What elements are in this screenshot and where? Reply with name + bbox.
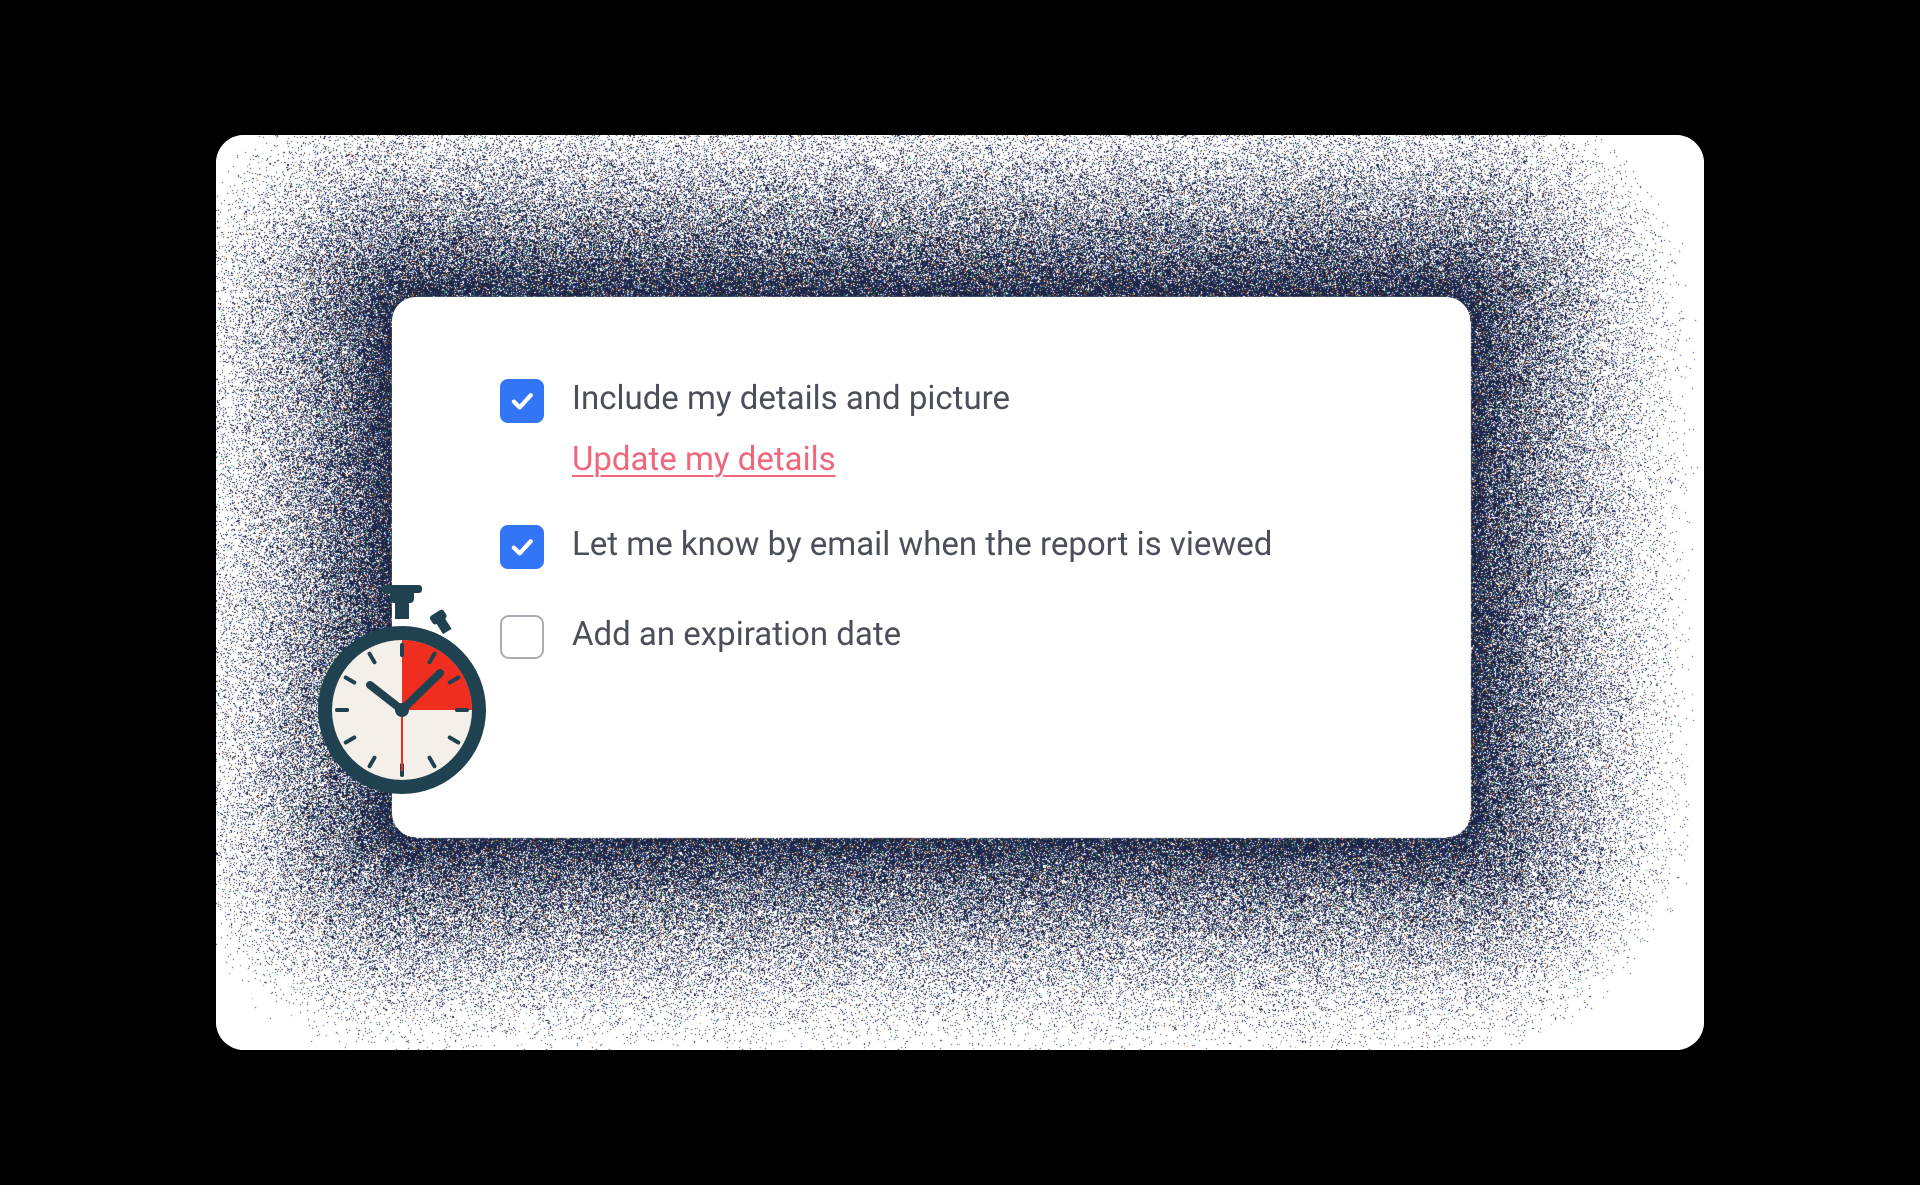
include-details-label-col: Include my details and picture Update my…	[572, 377, 1010, 479]
email-notify-label-col: Let me know by email when the report is …	[572, 523, 1272, 568]
checkbox-expiration[interactable]	[500, 615, 544, 659]
option-email-notify-row: Let me know by email when the report is …	[500, 523, 1370, 569]
email-notify-label: Let me know by email when the report is …	[572, 523, 1272, 568]
checkbox-include-details[interactable]	[500, 379, 544, 423]
check-icon	[508, 533, 536, 561]
update-details-link[interactable]: Update my details	[572, 440, 836, 479]
include-details-label: Include my details and picture	[572, 377, 1010, 422]
illustration-frame: Include my details and picture Update my…	[216, 135, 1704, 1050]
check-icon	[508, 387, 536, 415]
expiration-label: Add an expiration date	[572, 613, 901, 658]
options-card: Include my details and picture Update my…	[392, 297, 1470, 837]
option-include-details-row: Include my details and picture Update my…	[500, 377, 1370, 479]
checkbox-email-notify[interactable]	[500, 525, 544, 569]
option-expiration-row: Add an expiration date	[500, 613, 1370, 659]
expiration-label-col: Add an expiration date	[572, 613, 901, 658]
stopwatch-icon	[312, 585, 492, 805]
